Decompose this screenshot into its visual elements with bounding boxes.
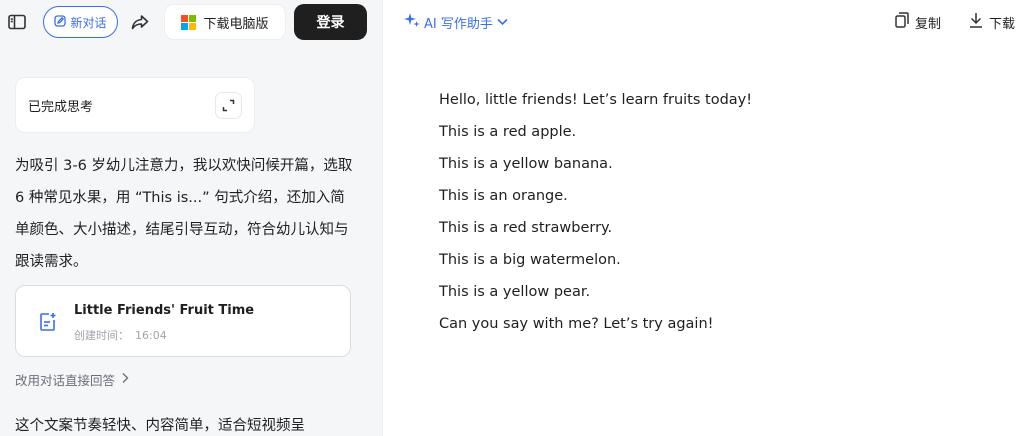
chevron-down-icon bbox=[497, 15, 508, 30]
download-icon bbox=[969, 12, 983, 32]
chat-topbar: 新对话 下载电脑版 登录 bbox=[0, 0, 383, 44]
thinking-status-card[interactable]: 已完成思考 bbox=[15, 77, 255, 133]
assistant-summary-text: 为吸引 3-6 岁幼儿注意力，我以欢快问候开篇，选取 6 种常见水果，用 “Th… bbox=[15, 158, 353, 270]
download-label: 下载 bbox=[989, 16, 1016, 32]
copy-button[interactable]: 复制 bbox=[895, 12, 941, 32]
document-created-time: 16:04 bbox=[135, 329, 167, 342]
sparkle-icon bbox=[404, 12, 420, 32]
sidebar-toggle-icon[interactable] bbox=[7, 12, 27, 32]
document-line: This is a big watermelon. bbox=[439, 252, 621, 268]
download-desktop-button[interactable]: 下载电脑版 bbox=[164, 4, 286, 40]
share-icon[interactable] bbox=[130, 12, 150, 32]
document-content: Hello, little friends! Let’s learn fruit… bbox=[439, 84, 999, 340]
copy-label: 复制 bbox=[915, 16, 942, 32]
document-created-label: 创建时间： bbox=[74, 329, 129, 342]
document-line: This is a red apple. bbox=[439, 124, 577, 140]
switch-answer-label: 改用对话直接回答 bbox=[15, 373, 116, 388]
document-line: Can you say with me? Let’s try again! bbox=[439, 316, 714, 332]
chevron-right-icon bbox=[121, 372, 129, 387]
copy-icon bbox=[895, 12, 909, 32]
thinking-label: 已完成思考 bbox=[28, 99, 94, 115]
app-window: 新对话 下载电脑版 登录 已完成思考 为吸引 3-6 岁幼儿注意力，我以欢快问候… bbox=[0, 0, 1030, 436]
document-panel: AI 写作助手 复制 下载 Hello, little friends! Let… bbox=[383, 0, 1030, 436]
ai-writing-assistant-label: AI 写作助手 bbox=[424, 16, 493, 32]
new-chat-icon bbox=[54, 14, 67, 30]
document-line: This is an orange. bbox=[439, 188, 568, 204]
new-chat-label: 新对话 bbox=[70, 15, 107, 30]
assistant-followup-text: 这个文案节奏轻快、内容简单，适合短视频呈 bbox=[15, 418, 305, 434]
document-title: Little Friends' Fruit Time bbox=[74, 303, 255, 318]
download-button[interactable]: 下载 bbox=[969, 12, 1015, 32]
document-line: This is a red strawberry. bbox=[439, 220, 613, 236]
new-chat-button[interactable]: 新对话 bbox=[43, 6, 118, 38]
document-line: This is a yellow banana. bbox=[439, 156, 613, 172]
document-meta: 创建时间： 16:04 bbox=[74, 327, 167, 343]
login-button[interactable]: 登录 bbox=[294, 4, 367, 40]
switch-answer-link[interactable]: 改用对话直接回答 bbox=[15, 370, 129, 389]
expand-icon[interactable] bbox=[215, 92, 242, 119]
windows-logo-icon bbox=[181, 14, 197, 30]
document-line: Hello, little friends! Let’s learn fruit… bbox=[439, 92, 753, 108]
download-desktop-label: 下载电脑版 bbox=[203, 16, 269, 32]
chat-panel: 新对话 下载电脑版 登录 已完成思考 为吸引 3-6 岁幼儿注意力，我以欢快问候… bbox=[0, 0, 383, 436]
document-edit-icon bbox=[38, 311, 58, 333]
document-card[interactable]: Little Friends' Fruit Time 创建时间： 16:04 bbox=[15, 285, 351, 357]
ai-writing-assistant-dropdown[interactable]: AI 写作助手 bbox=[404, 12, 508, 32]
document-line: This is a yellow pear. bbox=[439, 284, 591, 300]
